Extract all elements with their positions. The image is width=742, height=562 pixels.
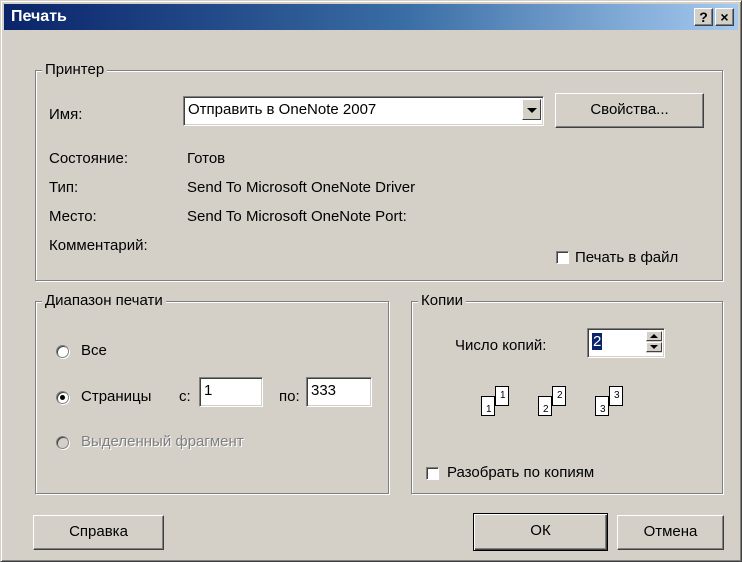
spin-down-icon[interactable] [646,342,662,352]
type-value: Send To Microsoft OneNote Driver [187,179,416,196]
cancel-button[interactable]: Отмена [617,515,724,550]
page-2-front-icon: 2 [552,386,566,406]
range-pages-label[interactable]: Страницы [81,388,151,405]
close-button[interactable]: × [715,8,734,26]
location-label: Место: [49,208,97,225]
location-value: Send To Microsoft OneNote Port: [187,208,407,225]
page-1-front-icon: 1 [495,386,509,406]
range-all-radio[interactable] [56,345,69,358]
page-3-front-icon: 3 [609,386,623,406]
printer-legend: Принтер [42,61,108,79]
title-bar[interactable]: Печать ? × [4,4,738,30]
collate-checkbox[interactable] [426,467,439,480]
chevron-down-icon[interactable] [522,99,541,120]
print-range-legend: Диапазон печати [42,292,166,310]
printer-name-combobox[interactable]: Отправить в OneNote 2007 [183,96,544,126]
range-selection-label: Выделенный фрагмент [81,433,244,450]
collate-label[interactable]: Разобрать по копиям [447,464,594,481]
ok-button[interactable]: ОК [473,513,608,551]
collate-illustration: 1 1 2 2 3 3 [481,383,641,433]
window-title: Печать [11,8,67,25]
range-from-value: 1 [204,382,213,399]
copies-spinner[interactable] [646,331,662,353]
status-value: Готов [187,150,226,167]
page-2-back-icon: 2 [538,396,552,416]
status-label: Состояние: [49,150,129,167]
copies-count-label: Число копий: [455,337,547,354]
copies-count-value: 2 [592,333,603,350]
range-from-label: с: [179,388,191,405]
printer-name-value: Отправить в OneNote 2007 [188,101,377,118]
range-pages-radio[interactable] [56,391,69,404]
help-button[interactable]: Справка [33,515,164,550]
range-to-value: 333 [311,382,337,399]
range-to-input[interactable]: 333 [306,377,372,407]
copies-legend: Копии [418,292,466,310]
comment-label: Комментарий: [49,237,148,254]
printer-name-label: Имя: [49,106,83,123]
print-to-file-checkbox[interactable] [556,251,569,264]
question-icon: ? [699,9,708,25]
range-to-label: по: [279,388,300,405]
range-selection-radio[interactable] [56,436,69,449]
page-1-back-icon: 1 [481,396,495,416]
page-3-back-icon: 3 [595,396,609,416]
spin-up-icon[interactable] [646,331,662,341]
copies-count-input[interactable]: 2 [587,328,665,358]
close-icon: × [720,9,729,25]
type-label: Тип: [49,179,79,196]
properties-button[interactable]: Свойства... [555,93,704,128]
range-from-input[interactable]: 1 [199,377,263,407]
range-all-label[interactable]: Все [81,342,107,359]
print-to-file-label[interactable]: Печать в файл [575,249,678,266]
help-question-button[interactable]: ? [694,8,713,26]
print-dialog: Печать ? × Принтер Имя: Отправить в OneN… [0,0,742,562]
